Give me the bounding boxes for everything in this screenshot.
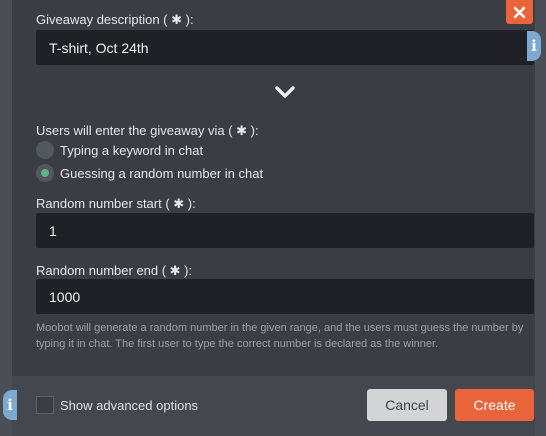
radio-keyword-circle[interactable] (36, 141, 54, 159)
chevron-down-icon[interactable] (273, 84, 297, 102)
end-input[interactable]: 1000 (36, 279, 534, 314)
giveaway-modal: Giveaway description ( ✱ ): T-shirt, Oct… (12, 0, 535, 436)
advanced-options-toggle[interactable]: Show advanced options (36, 396, 198, 414)
help-text: Moobot will generate a random number in … (36, 322, 524, 350)
info-icon-glyph: i (531, 37, 537, 55)
radio-random-number[interactable]: Guessing a random number in chat (36, 164, 263, 182)
radio-random-number-label: Guessing a random number in chat (60, 165, 264, 181)
info-icon[interactable]: i (3, 390, 17, 420)
start-label: Random number start ( ✱ ): (36, 196, 196, 211)
start-input[interactable]: 1 (36, 213, 534, 248)
cancel-button[interactable]: Cancel (367, 389, 447, 421)
info-icon[interactable]: i (527, 31, 541, 61)
advanced-options-checkbox[interactable] (36, 396, 54, 414)
end-label: Random number end ( ✱ ): (36, 263, 193, 278)
description-label: Giveaway description ( ✱ ): (36, 12, 194, 27)
radio-random-number-circle[interactable] (36, 164, 54, 182)
close-icon (513, 6, 526, 18)
radio-keyword[interactable]: Typing a keyword in chat (36, 141, 203, 159)
info-icon-glyph: i (7, 396, 13, 414)
advanced-options-label: Show advanced options (60, 397, 199, 413)
close-button[interactable] (506, 0, 533, 24)
entry-method-label: Users will enter the giveaway via ( ✱ ): (36, 123, 259, 138)
description-input[interactable]: T-shirt, Oct 24th (36, 30, 534, 65)
radio-keyword-label: Typing a keyword in chat (60, 142, 204, 158)
create-button[interactable]: Create (455, 389, 534, 421)
